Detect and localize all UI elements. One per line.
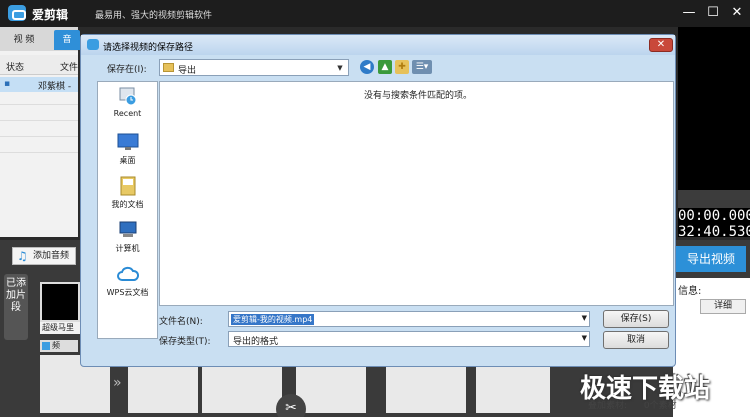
app-titlebar: 爱剪辑 最易用、强大的视频剪辑软件 — ☐ ✕ [0,0,750,27]
current-timecode: 00:00.000 [678,208,750,224]
filename-value: 爱剪辑-我的视频.mp4 [231,314,315,325]
row-marker-icon: ▪ [4,79,11,89]
tab-video[interactable]: 视 频 [4,30,44,50]
place-label: 计算机 [115,244,140,253]
app-name: 爱剪辑 [32,8,69,22]
save-in-label: 保存在(I): [107,65,147,75]
my-documents-icon [120,176,135,196]
list-header: 状态 文件 [0,55,78,75]
chevron-down-icon: ▼ [337,64,343,72]
chevron-right-icon: » [113,375,122,391]
minimize-button[interactable]: — [680,4,698,22]
track-label: 频 [40,340,78,352]
list-item-name: 邓紫棋 - [38,82,72,92]
place-computer[interactable]: 计算机 [98,220,157,254]
empty-message: 没有与搜索条件匹配的项。 [364,91,473,101]
add-audio-button[interactable]: 添加音频 [12,247,76,265]
view-menu-icon[interactable]: ☰▾ [412,60,432,74]
wps-cloud-icon [116,266,139,281]
place-label: 我的文档 [111,200,144,209]
app-logo-icon [8,5,26,21]
filename-input[interactable]: 爱剪辑-我的视频.mp4 ▼ [228,311,590,327]
file-list[interactable]: 没有与搜索条件匹配的项。 [159,81,674,306]
back-icon[interactable]: ◀ [360,60,374,74]
added-clips-label: 已添加片段 [4,274,28,340]
scissors-icon[interactable]: ✂ [276,394,306,417]
column-status[interactable]: 状态 [6,60,24,73]
list-item[interactable]: ▪ 邓紫棋 - [0,77,78,92]
media-tab-row: 视 频 音 [0,27,80,51]
tab-audio[interactable]: 音 [54,30,80,50]
site-watermark: 极速下载站 [580,374,711,404]
list-divider [0,104,78,105]
close-window-button[interactable]: ✕ [728,4,746,22]
new-folder-icon[interactable]: ✚ [395,60,409,74]
save-in-dropdown[interactable]: 导出 ▼ [159,59,349,76]
clip-thumbnail[interactable] [40,282,80,322]
cancel-button[interactable]: 取消 [603,331,669,349]
place-label: Recent [113,109,142,118]
chevron-down-icon[interactable]: ▼ [582,314,587,322]
list-divider [0,152,78,153]
info-title: 信息: [678,286,702,297]
detail-button[interactable]: 详细 [700,299,746,314]
filename-label: 文件名(N): [159,317,203,327]
places-bar: Recent 桌面 我的文档 计算机 WPS云文档 [97,81,158,339]
filetype-value: 导出的格式 [233,337,279,347]
column-file[interactable]: 文件 [60,60,78,73]
place-my-documents[interactable]: 我的文档 [98,176,157,210]
save-dialog: 请选择视频的保存路径 ✕ 保存在(I): 导出 ▼ ◀ ▲ ✚ ☰▾ Recen… [80,34,676,367]
place-label: WPS云文档 [106,288,149,297]
list-divider [0,120,78,121]
place-desktop[interactable]: 桌面 [98,132,157,166]
place-label: 桌面 [119,156,136,165]
export-video-button[interactable]: 导出视频 [676,246,746,272]
dialog-close-button[interactable]: ✕ [649,38,673,52]
app-slogan: 最易用、强大的视频剪辑软件 [95,11,213,21]
clip-name: 超级马里 [40,322,80,334]
save-button[interactable]: 保存(S) [603,310,669,328]
dialog-title: 请选择视频的保存路径 [103,43,194,53]
save-in-value: 导出 [178,66,197,76]
place-recent[interactable]: Recent [98,86,157,118]
filetype-dropdown[interactable]: 导出的格式 ▼ [228,331,590,347]
place-wps-cloud[interactable]: WPS云文档 [98,264,157,298]
app-logo-icon [87,39,99,50]
dialog-titlebar: 请选择视频的保存路径 ✕ [81,35,675,55]
desktop-icon [117,133,138,150]
list-divider [0,136,78,137]
up-folder-icon[interactable]: ▲ [378,60,392,74]
filetype-label: 保存类型(T): [159,337,211,347]
preview-progress-bar[interactable] [678,190,750,208]
recent-places-icon [119,87,136,106]
maximize-button[interactable]: ☐ [704,4,722,22]
computer-icon [119,221,136,237]
folder-icon [163,63,174,72]
total-timecode: 32:40.530 [678,224,750,240]
chevron-down-icon: ▼ [581,334,587,342]
